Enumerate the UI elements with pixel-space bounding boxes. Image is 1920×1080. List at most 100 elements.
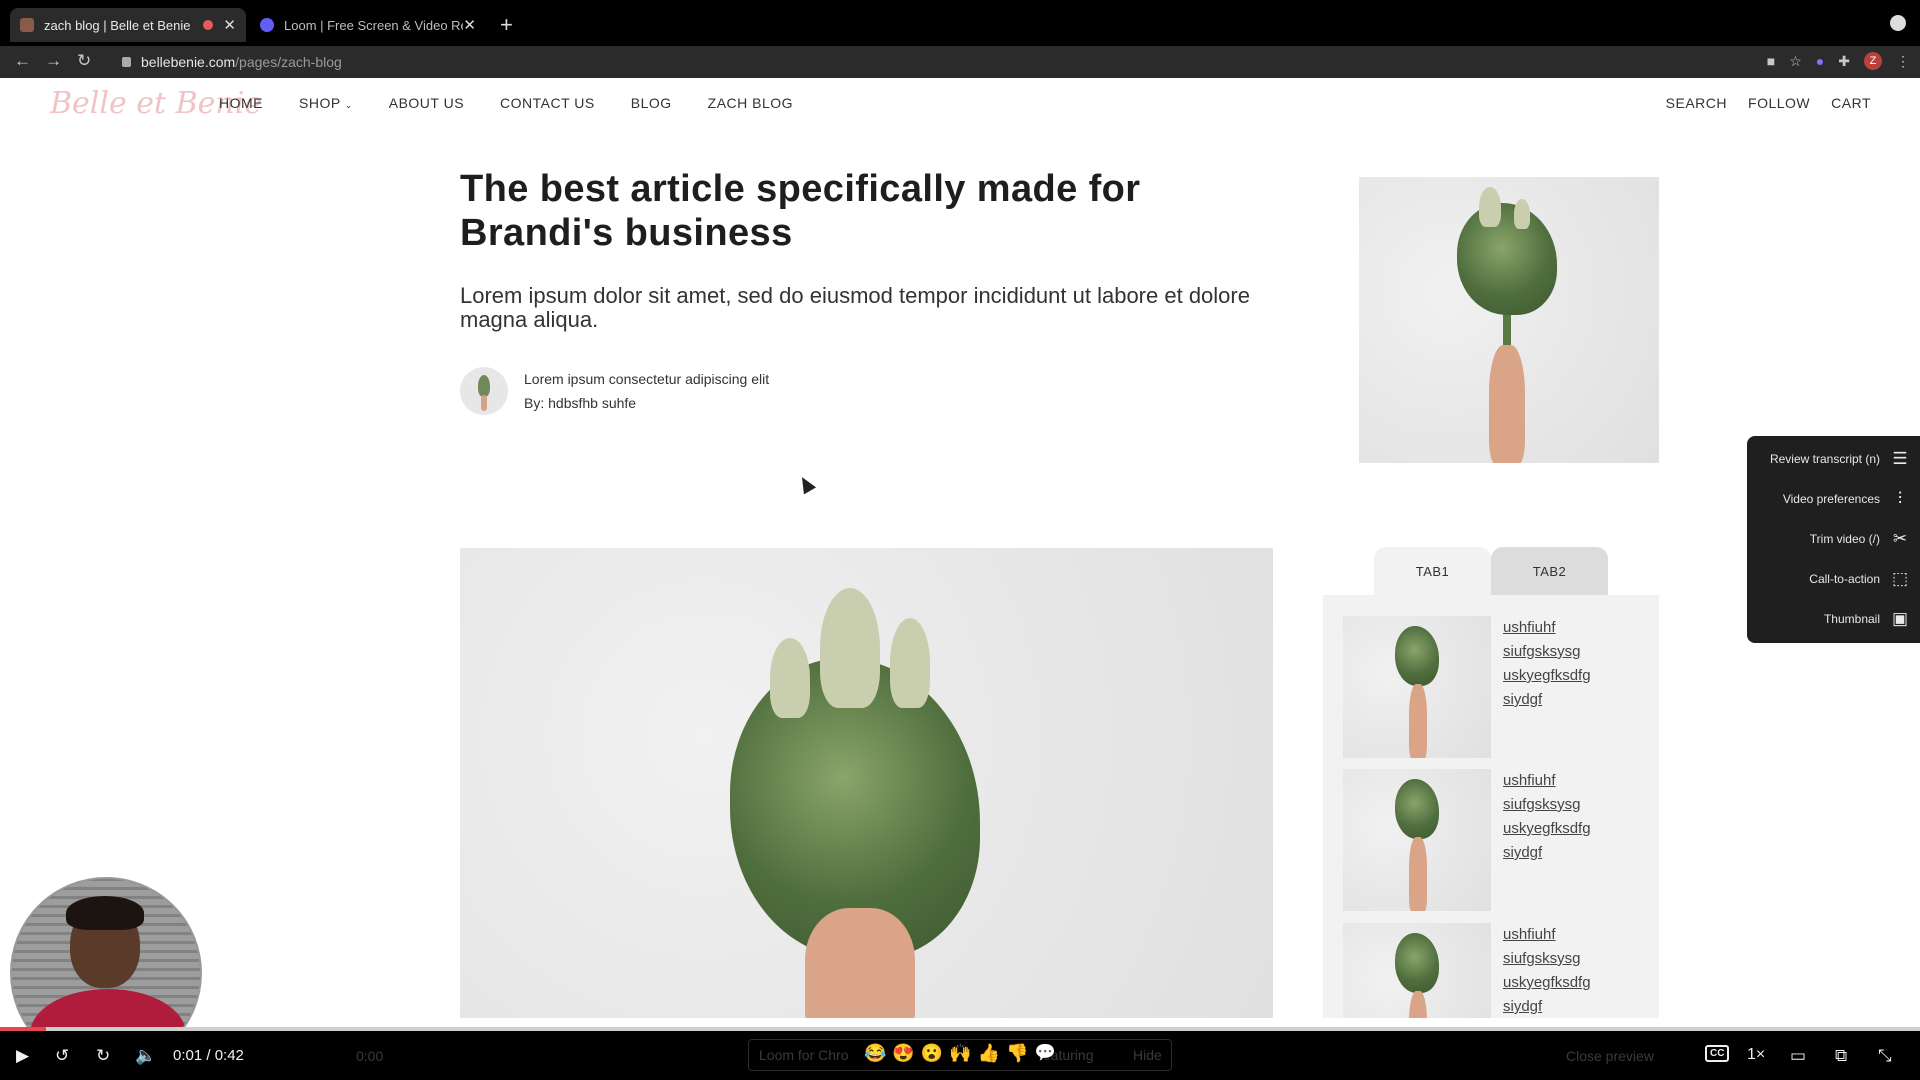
item-link[interactable]: ushfiuhf	[1503, 769, 1591, 793]
back-icon[interactable]: ←	[14, 51, 31, 71]
menu-item-label: Call-to-action	[1809, 572, 1880, 586]
item-link[interactable]: siufgsksysg	[1503, 640, 1591, 664]
playback-speed-button[interactable]: 1×	[1747, 1046, 1765, 1064]
author-byline: By: hdbsfhb suhfe	[524, 395, 637, 411]
item-link[interactable]: siufgsksysg	[1503, 793, 1591, 817]
forward-5-icon[interactable]: ↻	[96, 1046, 110, 1066]
url-host: bellebenie.com	[141, 54, 236, 70]
menu-item-label: Review transcript (n)	[1769, 452, 1880, 466]
item-link[interactable]: siydgf	[1503, 995, 1591, 1018]
item-link[interactable]: siufgsksysg	[1503, 947, 1591, 971]
call-to-action-button[interactable]: Call-to-action ⬚	[1809, 559, 1910, 599]
header-actions: SEARCH FOLLOW CART	[1666, 95, 1871, 111]
tab-tab2[interactable]: TAB2	[1491, 547, 1608, 595]
loom-favicon-icon	[260, 18, 274, 32]
play-icon[interactable]: ▶	[16, 1046, 29, 1066]
follow-link[interactable]: FOLLOW	[1748, 95, 1810, 111]
transcript-icon: ☰	[1892, 449, 1908, 468]
picture-in-picture-icon[interactable]: ⧉	[1835, 1046, 1847, 1066]
reaction-raised-hands[interactable]: 🙌	[949, 1043, 971, 1064]
bookmark-star-icon[interactable]: ☆	[1789, 53, 1802, 70]
nav-shop[interactable]: SHOP ⌄	[299, 95, 353, 111]
trim-video-button[interactable]: Trim video (/) ✂	[1810, 519, 1910, 559]
tab-tab1[interactable]: TAB1	[1374, 547, 1491, 595]
tab-title: zach blog | Belle et Benie	[44, 17, 191, 33]
mouse-cursor-icon	[795, 473, 817, 495]
image-icon: ▣	[1891, 609, 1909, 628]
extensions-puzzle-icon[interactable]: ✚	[1838, 53, 1850, 70]
loom-extension-icon[interactable]: ●	[1816, 53, 1824, 69]
nav-shop-label: SHOP	[299, 95, 341, 111]
cart-link[interactable]: CART	[1831, 95, 1871, 111]
rewind-5-icon[interactable]: ↺	[55, 1046, 69, 1066]
item-link[interactable]: siydgf	[1503, 841, 1591, 865]
captions-button[interactable]: CC	[1705, 1045, 1730, 1062]
author-avatar	[460, 367, 508, 415]
review-transcript-button[interactable]: Review transcript (n) ☰	[1770, 439, 1910, 479]
item-thumbnail[interactable]	[1343, 616, 1491, 758]
nav-zach-blog[interactable]: ZACH BLOG	[708, 95, 793, 111]
item-link[interactable]: uskyegfksdfg	[1503, 817, 1591, 841]
video-preferences-button[interactable]: Video preferences ⫶	[1783, 479, 1910, 519]
fullscreen-exit-icon[interactable]: ⤡	[1878, 1046, 1892, 1066]
menu-item-label: Trim video (/)	[1809, 532, 1880, 546]
article-side-image	[1359, 177, 1659, 463]
tab-strip: TAB1 TAB2	[1374, 547, 1608, 595]
item-link[interactable]: siydgf	[1503, 688, 1591, 712]
search-link[interactable]: SEARCH	[1666, 95, 1727, 111]
article-headline: The best article specifically made for B…	[460, 168, 1141, 254]
browser-tab-active[interactable]: zach blog | Belle et Benie ✕	[10, 8, 246, 42]
new-tab-button[interactable]: +	[500, 12, 513, 38]
volume-icon[interactable]: 🔈	[135, 1046, 156, 1066]
item-link[interactable]: ushfiuhf	[1503, 923, 1591, 947]
comment-icon[interactable]: 💬	[1035, 1043, 1056, 1064]
reload-icon[interactable]: ↻	[77, 51, 91, 71]
tab-search-icon[interactable]	[1890, 15, 1906, 31]
thumbnail-button[interactable]: Thumbnail ▣	[1824, 599, 1910, 639]
list-item: ushfiuhf siufgsksysg uskyegfksdfg siydgf	[1343, 616, 1643, 766]
browser-menu-icon[interactable]: ⋮	[1896, 53, 1910, 70]
reaction-thumbs-up[interactable]: 👍	[978, 1043, 1000, 1064]
item-link[interactable]: uskyegfksdfg	[1503, 971, 1591, 995]
loom-tools-menu: Review transcript (n) ☰ Video preference…	[1747, 436, 1920, 643]
item-link[interactable]: uskyegfksdfg	[1503, 664, 1591, 688]
menu-item-label: Video preferences	[1782, 492, 1880, 506]
browser-tab-bar: zach blog | Belle et Benie ✕ Loom | Free…	[0, 0, 1920, 46]
url-path: /pages/zach-blog	[235, 54, 342, 70]
author-caption: Lorem ipsum consectetur adipiscing elit	[524, 371, 770, 387]
reaction-thumbs-down[interactable]: 👎	[1006, 1043, 1028, 1064]
item-thumbnail[interactable]	[1343, 923, 1491, 1018]
theater-mode-icon[interactable]: ▭	[1790, 1046, 1806, 1066]
site-favicon-icon	[20, 18, 34, 32]
video-controls: ▶ ↺ ↻ 🔈 0:01 / 0:42 0:00 Loom for Chro f…	[0, 1031, 1920, 1080]
nav-contact[interactable]: CONTACT US	[500, 95, 595, 111]
browser-tab-loom[interactable]: Loom | Free Screen & Video Re ✕	[250, 8, 486, 42]
item-thumbnail[interactable]	[1343, 769, 1491, 911]
recording-indicator-icon	[203, 20, 214, 30]
nav-about[interactable]: ABOUT US	[389, 95, 464, 111]
nav-home[interactable]: HOME	[219, 95, 263, 111]
reaction-heart-eyes[interactable]: 😍	[892, 1043, 914, 1064]
ghost-left-label: Loom for Chro	[759, 1047, 849, 1063]
close-tab-icon[interactable]: ✕	[463, 16, 476, 34]
time-display: 0:01 / 0:42	[173, 1047, 244, 1064]
close-tab-icon[interactable]: ✕	[223, 16, 236, 34]
tab-title: Loom | Free Screen & Video Re	[284, 17, 464, 33]
author-block: Lorem ipsum consectetur adipiscing elit …	[460, 367, 769, 415]
reaction-wow[interactable]: 😮	[921, 1043, 943, 1064]
menu-item-label: Thumbnail	[1823, 612, 1880, 626]
profile-avatar[interactable]: Z	[1864, 52, 1882, 70]
nav-blog[interactable]: BLOG	[631, 95, 672, 111]
reaction-bar: 😂 😍 😮 🙌 👍 👎 💬	[864, 1043, 1056, 1064]
ghost-hide-label: Hide	[1133, 1047, 1162, 1063]
camera-icon[interactable]: ■	[1767, 53, 1775, 69]
chevron-down-icon: ⌄	[344, 100, 353, 110]
list-item: ushfiuhf siufgsksysg uskyegfksdfg siydgf	[1343, 923, 1643, 1018]
main-nav: HOME SHOP ⌄ ABOUT US CONTACT US BLOG ZACH…	[219, 95, 793, 111]
tab-panel: ushfiuhf siufgsksysg uskyegfksdfg siydgf…	[1323, 595, 1659, 1018]
forward-icon[interactable]: →	[45, 51, 62, 71]
reaction-laugh[interactable]: 😂	[864, 1043, 886, 1064]
address-bar[interactable]: bellebenie.com/pages/zach-blog	[108, 49, 1708, 75]
cursor-click-icon: ⬚	[1891, 569, 1909, 588]
item-link[interactable]: ushfiuhf	[1503, 616, 1591, 640]
